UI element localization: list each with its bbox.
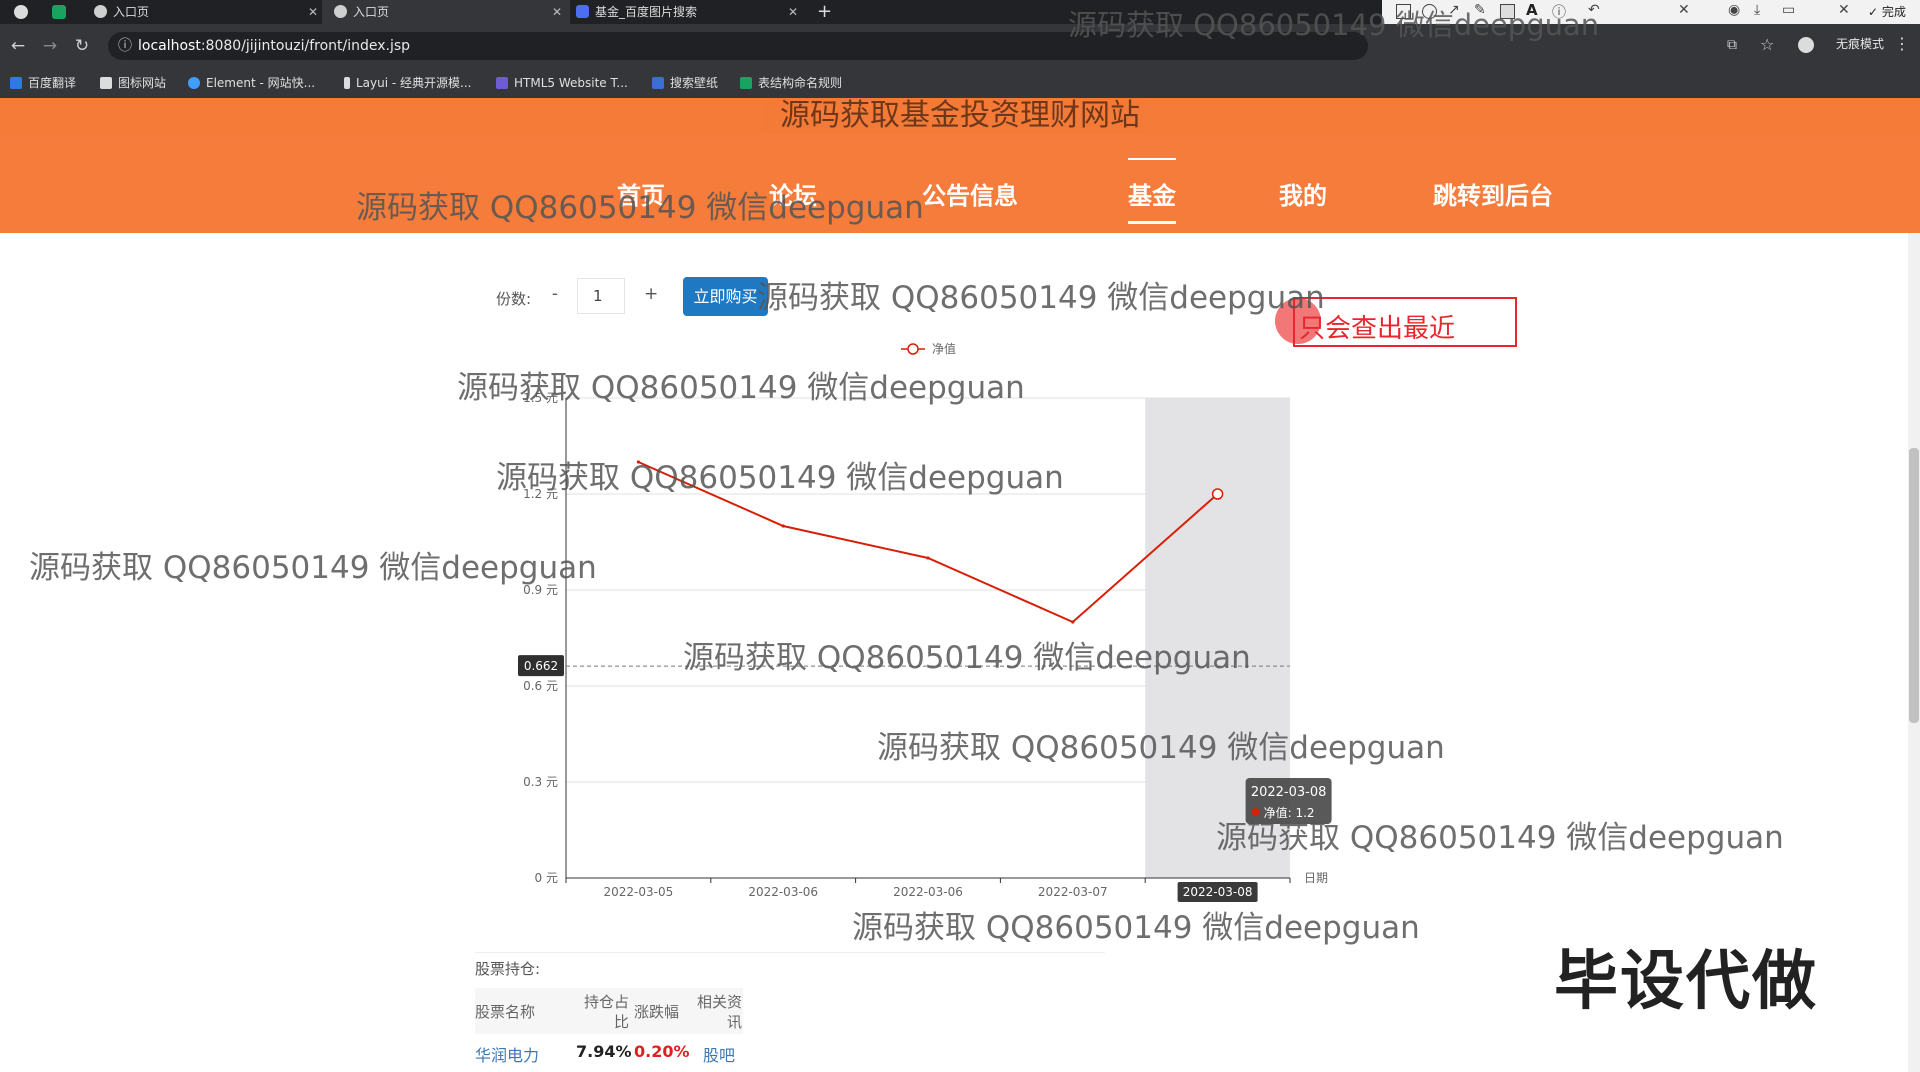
scrollbar-thumb[interactable] — [1909, 448, 1919, 723]
x-tick-label: 2022-03-07 — [1038, 885, 1108, 899]
nav-chart: 0 元 0.3 元 0.6 元 0.9 元 1.2 元 1.5 元 2022-03-05 20… — [518, 341, 1332, 902]
overlay-text: 毕设代做 — [1554, 945, 1818, 1019]
annotation-text: 只会查出最近 — [1299, 314, 1456, 344]
tooltip-date: 2022-03-08 — [1251, 785, 1327, 800]
x-axis-label: 日期 — [1304, 871, 1328, 885]
annotation-box[interactable]: 只会查出最近 — [1293, 297, 1517, 347]
series-line — [637, 461, 1219, 624]
x-tick-label: 2022-03-05 — [604, 885, 674, 899]
y-tick-label: 0.6 元 — [523, 679, 558, 693]
y-tick-label: 0 元 — [535, 871, 558, 885]
y-tick-label: 1.2 元 — [523, 487, 558, 501]
data-point — [926, 556, 930, 560]
y-tick-label: 1.5 元 — [523, 391, 558, 405]
y-tick-label: 0.9 元 — [523, 583, 558, 597]
tooltip-value: 净值: 1.2 — [1264, 805, 1315, 820]
col-change: 涨跌幅 — [634, 1003, 680, 1021]
data-point — [636, 460, 641, 464]
col-ratio: 持仓占比 — [583, 993, 629, 1031]
stock-ratio: 7.94% — [576, 1042, 632, 1061]
data-point — [1071, 620, 1075, 624]
data-point — [1211, 488, 1224, 500]
chart-layer: 0 元 0.3 元 0.6 元 0.9 元 1.2 元 1.5 元 2022-03-05 20… — [518, 341, 1332, 902]
stock-change: 0.20% — [634, 1042, 690, 1061]
x-tick-label: 2022-03-06 — [748, 885, 818, 899]
stock-name-link[interactable]: 华润电力 — [475, 1042, 539, 1066]
legend-label: 净值 — [932, 341, 956, 356]
col-news: 相关资讯 — [696, 993, 742, 1031]
data-point — [781, 524, 785, 528]
legend-marker — [907, 343, 919, 355]
col-stock-name: 股票名称 — [475, 1003, 536, 1021]
x-tick-label: 2022-03-08 — [1183, 885, 1253, 899]
guba-link[interactable]: 股吧 — [703, 1042, 735, 1066]
tooltip-marker — [1251, 808, 1260, 816]
divider — [475, 952, 1105, 953]
holdings-title: 股票持仓: — [475, 960, 541, 978]
x-tick-label: 2022-03-06 — [893, 885, 963, 899]
crosshair-label: 0.662 — [524, 659, 558, 673]
y-tick-label: 0.3 元 — [523, 775, 558, 789]
